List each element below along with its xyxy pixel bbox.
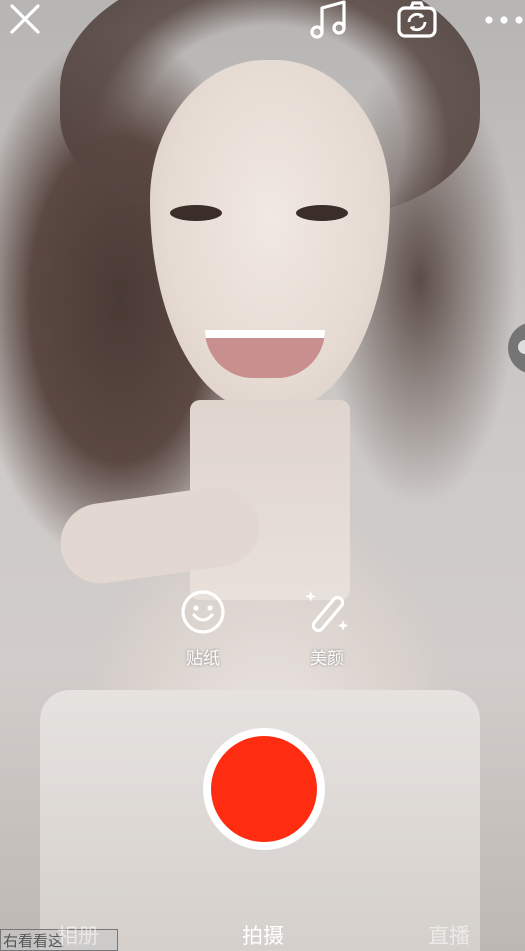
beauty-label: 美颜 (310, 649, 344, 669)
camera-flip-icon[interactable] (393, 0, 441, 42)
tab-live[interactable]: 直播 (428, 920, 470, 950)
sticker-icon (181, 590, 225, 634)
record-button-fill (211, 736, 317, 842)
music-icon[interactable] (306, 0, 352, 40)
stickers-label: 贴纸 (186, 649, 220, 669)
mode-tabs: 相册 拍摄 直播 (0, 916, 525, 951)
beauty-button[interactable]: 美颜 (287, 588, 367, 669)
right-eye-shape (296, 205, 348, 221)
beauty-wand-icon (305, 590, 349, 633)
left-eye-shape (170, 205, 222, 221)
stickers-button[interactable]: 贴纸 (163, 588, 243, 669)
close-icon[interactable] (8, 2, 42, 36)
record-button[interactable] (203, 728, 325, 850)
tab-album[interactable]: 相册 (57, 920, 99, 950)
tab-shoot[interactable]: 拍摄 (242, 920, 284, 950)
more-icon[interactable] (484, 12, 524, 26)
